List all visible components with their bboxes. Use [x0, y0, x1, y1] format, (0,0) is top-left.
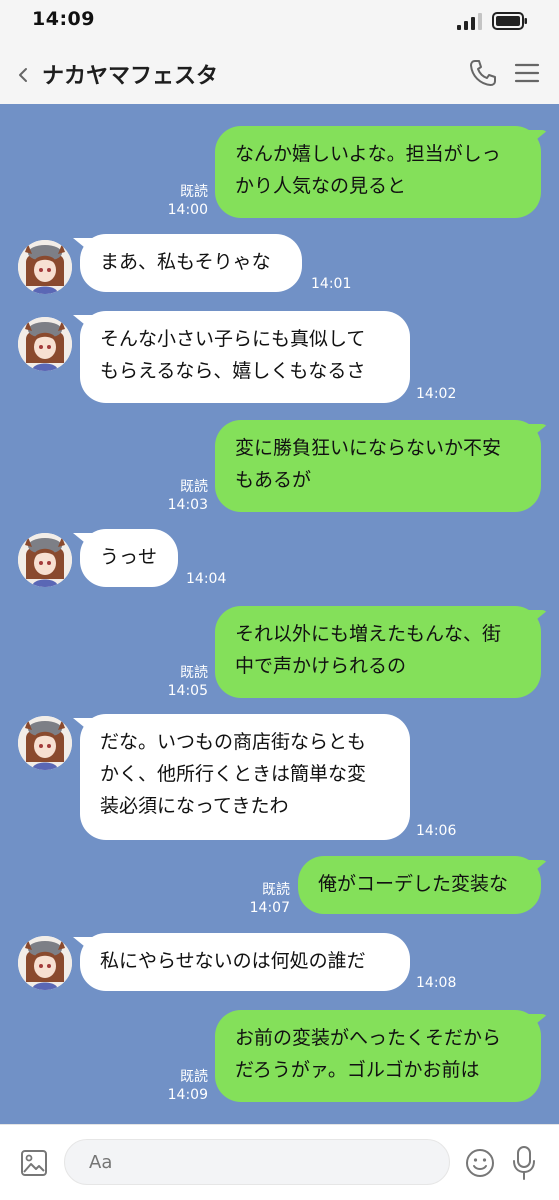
signal-icon — [457, 13, 482, 30]
chat-header: ナカヤマフェスタ — [0, 44, 559, 104]
message-time: 14:06 — [416, 823, 457, 839]
message-time: 14:04 — [186, 571, 227, 587]
message-time: 14:02 — [416, 386, 457, 402]
message-bubble[interactable]: 私にやらせないのは何処の誰だ — [80, 933, 410, 991]
hamburger-menu-icon[interactable] — [513, 60, 541, 86]
chat-title: ナカヤマフェスタ — [42, 64, 219, 89]
message-bubble[interactable]: なんか嬉しいよな。担当がしっ かり人気なの見ると — [215, 126, 541, 218]
smiley-icon[interactable] — [464, 1147, 496, 1179]
message-input-bar — [0, 1124, 559, 1200]
message-time: 14:03 — [167, 497, 208, 513]
read-receipt: 既読 — [180, 1069, 208, 1085]
image-icon[interactable] — [20, 1149, 48, 1177]
message-time: 14:05 — [167, 683, 208, 699]
avatar[interactable] — [18, 716, 72, 770]
message-bubble[interactable]: 変に勝負狂いにならないか不安 もあるが — [215, 420, 541, 512]
message-bubble[interactable]: そんな小さい子らにも真似して もらえるなら、嬉しくもなるさ — [80, 311, 410, 403]
chat-area[interactable]: なんか嬉しいよな。担当がしっ かり人気なの見ると 既読 14:00 まあ、私もそ… — [0, 104, 559, 1124]
read-receipt: 既読 — [180, 479, 208, 495]
phone-icon[interactable] — [468, 58, 498, 88]
battery-icon — [492, 12, 527, 30]
status-time: 14:09 — [32, 8, 95, 30]
avatar-image — [18, 240, 72, 294]
message-bubble[interactable]: うっせ — [80, 529, 178, 587]
message-time: 14:01 — [311, 276, 352, 292]
message-time: 14:00 — [167, 202, 208, 218]
message-bubble[interactable]: それ以外にも増えたもんな、街 中で声かけられるの — [215, 606, 541, 698]
message-bubble[interactable]: 俺がコーデした変装な — [298, 856, 541, 914]
microphone-icon[interactable] — [512, 1145, 536, 1181]
chevron-left-icon[interactable] — [12, 60, 36, 88]
message-time: 14:09 — [167, 1087, 208, 1103]
avatar-image — [18, 533, 72, 587]
avatar-image — [18, 716, 72, 770]
avatar-image — [18, 317, 72, 371]
message-bubble[interactable]: まあ、私もそりゃな — [80, 234, 302, 292]
avatar[interactable] — [18, 317, 72, 371]
avatar[interactable] — [18, 936, 72, 990]
read-receipt: 既読 — [180, 184, 208, 200]
avatar-image — [18, 936, 72, 990]
message-time: 14:07 — [249, 900, 290, 916]
read-receipt: 既読 — [180, 665, 208, 681]
read-receipt: 既読 — [262, 882, 290, 898]
message-input[interactable] — [64, 1139, 450, 1185]
message-bubble[interactable]: お前の変装がへったくそだから だろうがァ。ゴルゴかお前は — [215, 1010, 541, 1102]
status-bar: 14:09 — [0, 0, 559, 44]
message-time: 14:08 — [416, 975, 457, 991]
avatar[interactable] — [18, 240, 72, 294]
message-bubble[interactable]: だな。いつもの商店街ならとも かく、他所行くときは簡単な変 装必須になってきたわ — [80, 714, 410, 840]
avatar[interactable] — [18, 533, 72, 587]
